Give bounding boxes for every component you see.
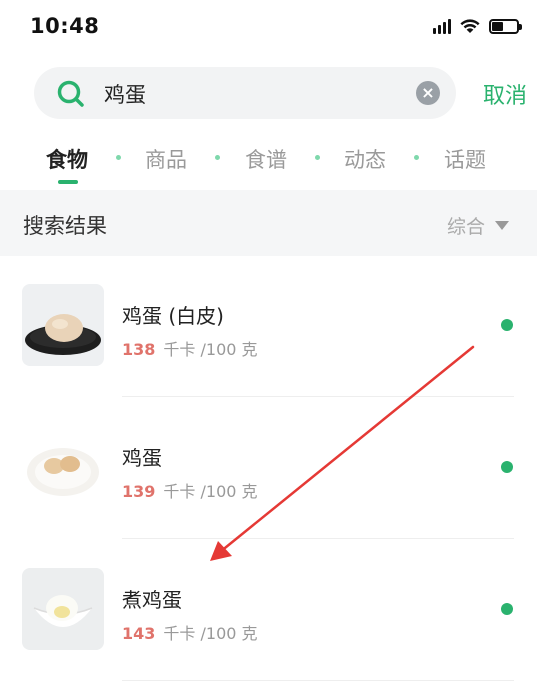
tab-separator-dot (315, 155, 320, 160)
results-title: 搜索结果 (23, 214, 107, 238)
status-dot (501, 461, 513, 473)
app-screen: 10:48 鸡蛋 × 取消 食物 商品 食谱 动态 话题 搜索结果 综合 鸡蛋 … (0, 0, 537, 686)
food-calories: 138 千卡 /100 克 (122, 336, 258, 360)
food-image (22, 426, 104, 508)
calorie-value: 143 (122, 624, 156, 643)
list-item[interactable]: 煮鸡蛋 143 千卡 /100 克 (0, 540, 537, 682)
tab-separator-dot (215, 155, 220, 160)
active-tab-indicator (58, 180, 78, 184)
wifi-icon (460, 19, 480, 33)
signal-icon (433, 18, 451, 34)
chevron-down-icon (495, 221, 509, 230)
food-name: 鸡蛋 (122, 446, 162, 470)
food-image (22, 568, 104, 650)
food-name: 煮鸡蛋 (122, 588, 182, 612)
list-item[interactable]: 鸡蛋 (白皮) 138 千卡 /100 克 (0, 256, 537, 398)
divider (122, 396, 514, 397)
status-bar: 10:48 (0, 0, 537, 56)
food-calories: 143 千卡 /100 克 (122, 620, 258, 644)
tab-separator-dot (116, 155, 121, 160)
results-header: 搜索结果 综合 (0, 190, 537, 256)
search-query[interactable]: 鸡蛋 (104, 79, 146, 109)
calorie-unit: 千卡 /100 克 (163, 340, 258, 359)
tab-recipes[interactable]: 食谱 (245, 144, 287, 174)
category-tabs: 食物 商品 食谱 动态 话题 (0, 138, 537, 190)
tab-food[interactable]: 食物 (46, 144, 88, 174)
calorie-unit: 千卡 /100 克 (163, 482, 258, 501)
calorie-value: 139 (122, 482, 156, 501)
search-input[interactable]: 鸡蛋 × (34, 67, 456, 119)
sort-dropdown[interactable]: 综合 (447, 212, 509, 239)
food-calories: 139 千卡 /100 克 (122, 478, 258, 502)
tab-feed[interactable]: 动态 (344, 144, 386, 174)
clear-icon[interactable]: × (416, 81, 440, 105)
cancel-button[interactable]: 取消 (483, 78, 527, 110)
sort-label: 综合 (446, 216, 485, 238)
search-icon (57, 80, 84, 107)
divider (122, 538, 514, 539)
battery-icon (489, 18, 522, 34)
tab-topics[interactable]: 话题 (444, 144, 486, 174)
divider (122, 680, 514, 681)
status-dot (501, 603, 513, 615)
tab-separator-dot (414, 155, 419, 160)
food-image (22, 284, 104, 366)
calorie-unit: 千卡 /100 克 (163, 624, 258, 643)
list-item[interactable]: 鸡蛋 139 千卡 /100 克 (0, 398, 537, 540)
food-name: 鸡蛋 (白皮) (122, 304, 224, 328)
calorie-value: 138 (122, 340, 156, 359)
status-time: 10:48 (30, 14, 100, 38)
status-dot (501, 319, 513, 331)
status-icons (433, 18, 522, 34)
tab-products[interactable]: 商品 (145, 144, 187, 174)
